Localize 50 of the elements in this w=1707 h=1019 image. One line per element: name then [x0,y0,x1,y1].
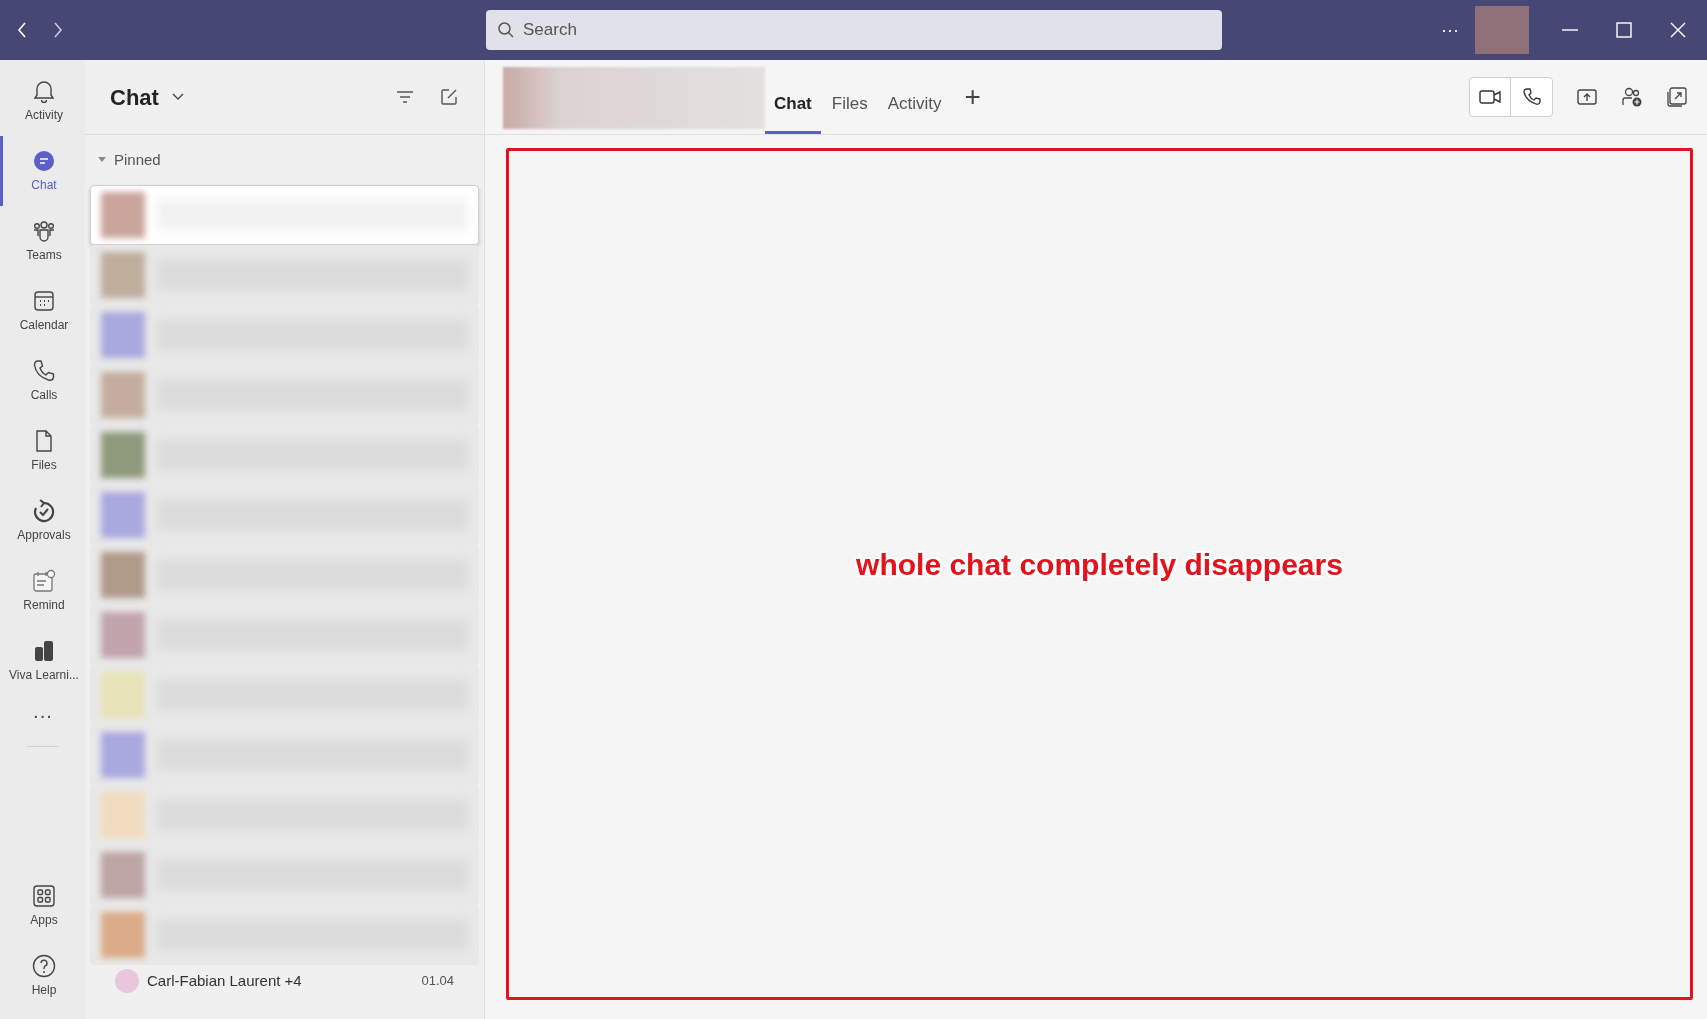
video-camera-icon [1479,89,1501,105]
share-screen-icon[interactable] [1577,88,1597,106]
filter-icon[interactable] [395,89,415,105]
app-bar-item[interactable]: Apps [0,871,85,941]
app-bar-item[interactable]: Remind [0,556,85,626]
app-bar-item[interactable]: Activity [0,66,85,136]
search-icon [497,21,515,39]
collapse-triangle-icon[interactable] [98,157,106,163]
app-bar-item[interactable]: Files [0,416,85,486]
back-icon[interactable] [16,21,28,39]
search-field[interactable]: Search [486,10,1222,50]
maximize-icon[interactable] [1615,21,1633,39]
app-bar-item[interactable]: Calls [0,346,85,416]
more-apps[interactable]: ··· [32,700,53,730]
bell-icon [32,78,56,103]
compose-icon[interactable] [439,87,459,107]
annotation-text: whole chat completely disappears [856,546,1343,583]
app-bar-item[interactable]: Calendar [0,276,85,346]
add-people-icon[interactable] [1621,87,1643,107]
panel-title: Chat [110,83,159,112]
book-icon [32,638,56,663]
tab[interactable]: Activity [878,76,951,134]
app-bar-item[interactable]: Teams [0,206,85,276]
circular-check-icon [32,498,56,523]
avatar [115,969,139,993]
chat-time: 01.04 [421,972,454,991]
calendar-icon [32,288,56,313]
blurred-chat-row[interactable] [90,245,479,305]
chat-name[interactable]: Carl-Fabian Laurent +4 [147,969,414,993]
phone-icon [32,358,56,383]
calendar-clock-icon [32,568,56,593]
section-header[interactable]: Pinned [114,148,161,172]
app-bar-item[interactable]: Viva Learni... [0,626,85,696]
add-tab-button[interactable]: + [964,76,981,118]
tab[interactable]: Files [822,76,877,134]
blurred-chat-row[interactable] [90,905,479,965]
grid-icon [32,883,56,908]
chevron-down-icon[interactable] [170,92,185,102]
close-icon[interactable] [1669,21,1687,39]
tab[interactable]: Chat [765,76,821,134]
app-bar-item[interactable]: Help [0,941,85,1011]
pop-out-icon[interactable] [1667,87,1687,107]
blurred-chat-row[interactable] [90,185,479,245]
phone-icon [1522,88,1541,106]
more-options[interactable]: ··· [1441,16,1459,44]
people-icon [32,218,56,243]
chat-bubble-icon [32,148,56,173]
forward-icon[interactable] [52,21,64,39]
app-bar-item[interactable]: Approvals [0,486,85,556]
help-icon [32,953,56,978]
